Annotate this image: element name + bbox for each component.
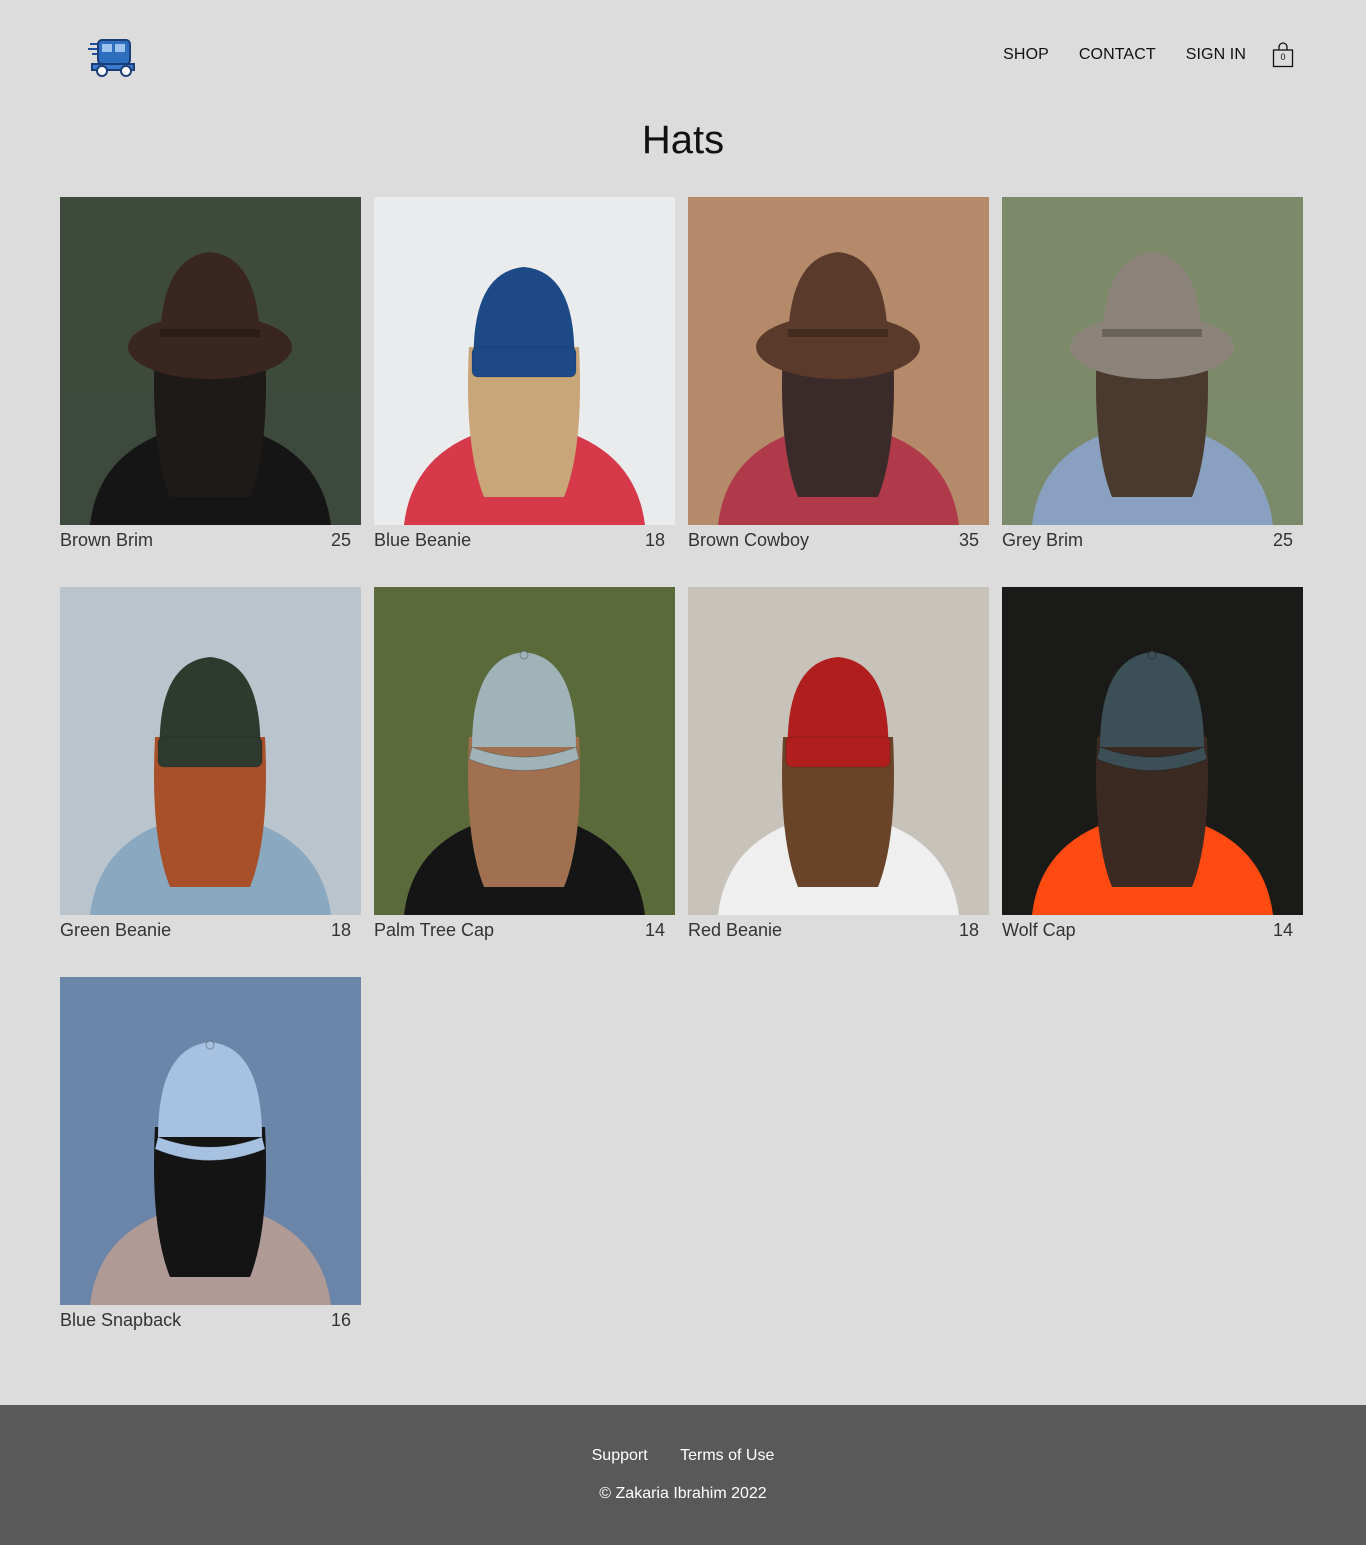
copyright: © Zakaria Ibrahim 2022 (599, 1485, 767, 1502)
product-price: 14 (1272, 919, 1293, 940)
product-price: 18 (330, 919, 351, 940)
footer-link-terms[interactable]: Terms of Use (680, 1447, 774, 1464)
product-name: Blue Beanie (374, 529, 472, 550)
product-image[interactable] (688, 587, 989, 915)
product-image[interactable] (60, 587, 361, 915)
logo-truck-icon[interactable] (86, 36, 138, 78)
cart-count: 0 (1280, 52, 1286, 62)
product-price: 18 (958, 919, 979, 940)
product-price: 35 (958, 529, 979, 550)
product-card[interactable]: Wolf Cap 14 (1002, 587, 1303, 945)
product-image[interactable] (688, 197, 989, 525)
product-name: Brown Brim (60, 529, 154, 550)
product-name: Blue Snapback (60, 1309, 182, 1330)
nav-sign-in[interactable]: SIGN IN (1186, 46, 1246, 64)
product-image[interactable] (1002, 197, 1303, 525)
product-image[interactable] (60, 977, 361, 1305)
product-card[interactable]: Palm Tree Cap 14 (374, 587, 675, 945)
main-nav: SHOP CONTACT SIGN IN 0 (973, 42, 1294, 68)
product-card[interactable]: Brown Brim 25 (60, 197, 361, 555)
product-price: 18 (644, 529, 665, 550)
product-name: Green Beanie (60, 919, 172, 940)
product-name: Wolf Cap (1002, 919, 1076, 940)
product-image[interactable] (60, 197, 361, 525)
product-image[interactable] (1002, 587, 1303, 915)
product-price: 25 (330, 529, 351, 550)
product-name: Grey Brim (1002, 529, 1083, 550)
product-grid: Brown Brim 25 Blue Beanie 18 Brown Cowboy 35 G… (60, 197, 1303, 1335)
product-card[interactable]: Green Beanie 18 (60, 587, 361, 945)
product-price: 25 (1272, 529, 1293, 550)
product-card[interactable]: Brown Cowboy 35 (688, 197, 989, 555)
product-name: Palm Tree Cap (374, 919, 495, 940)
shopping-bag-icon[interactable]: 0 (1272, 42, 1294, 68)
product-card[interactable]: Red Beanie 18 (688, 587, 989, 945)
product-image[interactable] (374, 587, 675, 915)
nav-contact[interactable]: CONTACT (1079, 46, 1156, 64)
product-price: 16 (330, 1309, 351, 1330)
product-image[interactable] (374, 197, 675, 525)
site-footer: Support Terms of Use © Zakaria Ibrahim 2… (0, 1405, 1366, 1545)
page-title: Hats (641, 118, 725, 162)
nav-shop[interactable]: SHOP (1003, 46, 1049, 64)
site-header: SHOP CONTACT SIGN IN 0 (0, 0, 1366, 110)
footer-link-support[interactable]: Support (592, 1447, 648, 1464)
product-card[interactable]: Blue Snapback 16 (60, 977, 361, 1335)
product-card[interactable]: Grey Brim 25 (1002, 197, 1303, 555)
product-price: 14 (644, 919, 665, 940)
product-name: Brown Cowboy (688, 529, 810, 550)
product-card[interactable]: Blue Beanie 18 (374, 197, 675, 555)
product-name: Red Beanie (688, 919, 783, 940)
